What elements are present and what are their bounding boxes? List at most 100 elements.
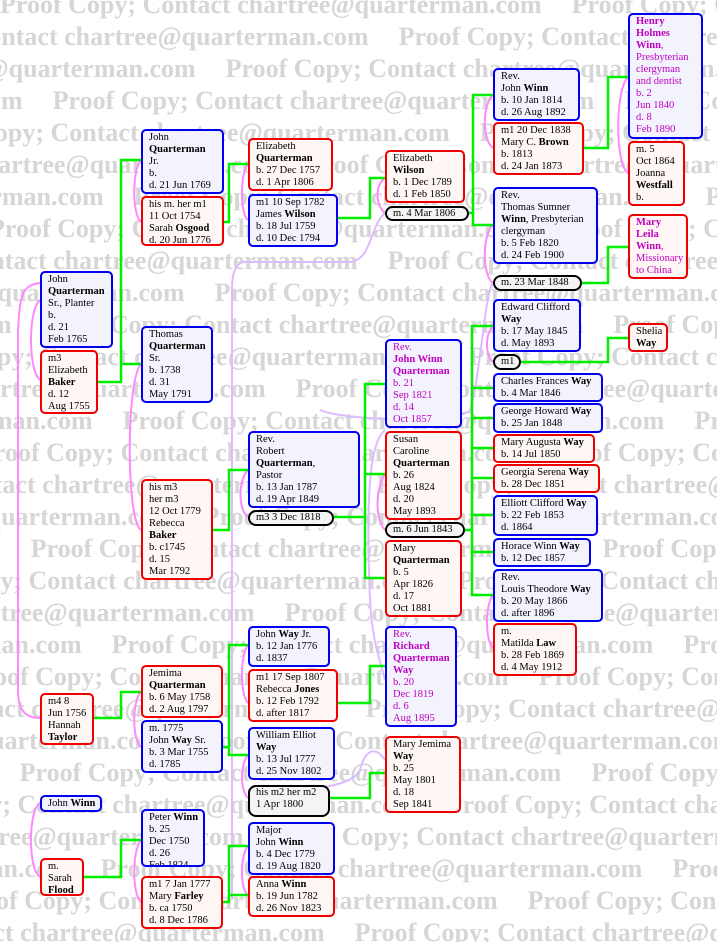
person-line: d. 2 Aug 1797 bbox=[149, 704, 209, 715]
spouse-link bbox=[30, 299, 41, 381]
person-box[interactable]: his m. her m1 11 Oct 1754 Sarah Osgood d. 2… bbox=[141, 196, 224, 246]
person-box[interactable]: m. Sarah Flood bbox=[40, 858, 84, 896]
person-line: Missionary bbox=[636, 253, 684, 264]
person-box[interactable]: Rev. Thomas Sumner Winn, Presbyterian clerg… bbox=[493, 187, 598, 264]
person-box[interactable]: m1 10 Sep 1782 James Wilson b. 18 Jul 1759… bbox=[248, 194, 338, 247]
person-line: Mary C. Brown bbox=[501, 137, 582, 149]
person-line: d. 24 Jan 1873 bbox=[501, 161, 563, 172]
person-line: Quarterman bbox=[149, 341, 211, 353]
person-box[interactable]: Henry Holmes Winn, Presbyterian clergyman and… bbox=[628, 13, 703, 139]
surname: Taylor bbox=[48, 732, 78, 743]
person-box[interactable]: m3 Elizabeth Baker d. 12 Aug 1755 bbox=[40, 350, 98, 414]
person-box[interactable]: John Quarterman Sr., Planter b. d. 21 Feb 176… bbox=[40, 271, 113, 348]
marriage-box[interactable]: m. 6 Jun 1843 bbox=[385, 522, 465, 538]
person-line: m. 23 Mar 1848 bbox=[501, 277, 569, 288]
person-line: b. 25 bbox=[149, 824, 170, 835]
person-box[interactable]: m. Matilda Law b. 28 Feb 1869 d. 4 May 1912 bbox=[493, 623, 577, 676]
person-line: b. 20 bbox=[393, 677, 414, 688]
surname: Quarterman bbox=[256, 458, 313, 469]
person-box[interactable]: Mary Quarterman b. 5 Apr 1826 d. 17 Oct 1881 bbox=[385, 540, 462, 617]
spouse-link bbox=[133, 159, 142, 223]
person-box[interactable]: Shelia Way bbox=[628, 323, 668, 352]
person-box[interactable]: Rev. Robert Quarterman, Pastor b. 13 Jan 178… bbox=[248, 431, 360, 508]
person-box[interactable]: Major John Winn b. 4 Dec 1779 d. 19 Aug 182… bbox=[248, 822, 335, 875]
surname: Way bbox=[171, 735, 192, 746]
person-box[interactable]: Susan Caroline Quarterman b. 26 Aug 1824 d. 2… bbox=[385, 431, 462, 520]
person-line: d. 12 bbox=[48, 389, 69, 400]
marriage-box[interactable]: m. 23 Mar 1848 bbox=[493, 275, 582, 291]
person-line: John Winn bbox=[48, 798, 100, 810]
person-line: d. 26 Aug 1892 bbox=[501, 107, 566, 118]
person-box[interactable]: Rev. Richard Quarterman Way b. 20 Dec 1819 d. … bbox=[385, 626, 457, 727]
person-box[interactable]: John Quarterman Jr. b. d. 21 Jun 1769 bbox=[141, 129, 224, 194]
person-line: and dentist bbox=[636, 76, 682, 87]
spouse-link bbox=[376, 177, 386, 214]
person-line: Charles Frances Way bbox=[501, 376, 601, 388]
person-box[interactable]: John Way Jr. b. 12 Jan 1776 d. 1837 bbox=[248, 626, 330, 667]
spouse-link bbox=[617, 76, 629, 174]
person-line: m. 4 Mar 1806 bbox=[393, 208, 456, 219]
name-text: Louis Theodore bbox=[501, 584, 571, 595]
person-box[interactable]: Rev. Louis Theodore Way b. 20 May 1866 d. a… bbox=[493, 569, 603, 622]
person-box[interactable]: Jemima Quarterman b. 6 May 1758 d. 2 Aug 17… bbox=[141, 665, 223, 718]
person-box[interactable]: m4 8 Jun 1756 Hannah Taylor bbox=[40, 693, 94, 745]
marriage-box[interactable]: m. 4 Mar 1806 bbox=[385, 206, 469, 221]
name-text: John bbox=[256, 629, 279, 640]
person-box[interactable]: Anna Winn b. 19 Jun 1782 d. 26 Nov 1823 bbox=[248, 876, 335, 917]
person-line: George Howard Way bbox=[501, 406, 601, 418]
person-box[interactable]: Mary Leila Winn, Missionary to China bbox=[628, 214, 688, 279]
marriage-box[interactable]: m1 bbox=[493, 354, 521, 370]
name-text: Sarah bbox=[149, 223, 176, 234]
person-line: Sep 1821 bbox=[393, 390, 433, 401]
person-box[interactable]: Rev. John Winn Quarterman b. 21 Sep 1821 d. 1… bbox=[385, 339, 462, 428]
person-box[interactable]: John Winn bbox=[40, 795, 102, 812]
person-line: b. 25 bbox=[393, 763, 414, 774]
person-box[interactable]: Rev. John Winn b. 10 Jan 1814 d. 26 Aug 189… bbox=[493, 68, 580, 121]
person-line: d. 26 Nov 1823 bbox=[256, 903, 322, 914]
person-line: b. 3 Mar 1755 bbox=[149, 747, 209, 758]
person-box[interactable]: Elizabeth Quarterman b. 27 Dec 1757 d. 1 Ap… bbox=[248, 138, 333, 191]
person-line: Quarterman bbox=[149, 144, 222, 156]
marriage-box[interactable]: his m2 her m2 1 Apr 1800 bbox=[248, 785, 330, 817]
person-box[interactable]: m. 5 Oct 1864 Joanna Westfall b. bbox=[628, 141, 685, 206]
person-box[interactable]: Charles Frances Way b. 4 Mar 1846 bbox=[493, 373, 603, 402]
person-box[interactable]: Mary Jemima Way b. 25 May 1801 d. 18 Sep 1841 bbox=[385, 736, 461, 813]
person-box[interactable]: Horace Winn Way b. 12 Dec 1857 bbox=[493, 538, 591, 567]
person-box[interactable]: Mary Augusta Way b. 14 Jul 1850 bbox=[493, 434, 595, 463]
person-line: Winn, Presbyterian bbox=[501, 214, 596, 226]
person-line: b. 12 Jan 1776 bbox=[256, 641, 318, 652]
person-box[interactable]: Peter Winn b. 25 Dec 1750 d. 26 Feb 1824 bbox=[141, 809, 205, 867]
person-line: Rev. bbox=[256, 434, 275, 445]
person-box[interactable]: m1 20 Dec 1838 Mary C. Brown b. 1813 d. 24 … bbox=[493, 122, 584, 175]
person-box[interactable]: Edward Clifford Way b. 17 May 1845 d. May 1… bbox=[493, 299, 581, 352]
person-box[interactable]: William Elliot Way b. 13 Jul 1777 d. 25 Nov… bbox=[248, 727, 335, 780]
person-box[interactable]: m1 7 Jan 1777 Mary Farley b. ca 1750 d. 8 D… bbox=[141, 876, 223, 929]
person-line: m1 10 Sep 1782 bbox=[256, 197, 325, 208]
person-box[interactable]: m. 1775 John Way Sr. b. 3 Mar 1755 d. 1785 bbox=[141, 720, 223, 773]
person-line: Jun 1756 bbox=[48, 708, 87, 719]
person-line: Jemima bbox=[149, 668, 182, 679]
person-line: Thomas bbox=[149, 329, 183, 340]
descent-link bbox=[469, 93, 493, 227]
person-line: b. 1738 bbox=[149, 365, 181, 376]
person-line: b. bbox=[636, 192, 644, 203]
person-box[interactable]: Thomas Quarterman Sr. b. 1738 d. 31 May 1791 bbox=[141, 326, 213, 403]
marriage-box[interactable]: m3 3 Dec 1818 bbox=[248, 510, 334, 526]
person-line: Thomas Sumner bbox=[501, 202, 571, 213]
surname: Quarterman bbox=[393, 366, 450, 377]
person-box[interactable]: m1 17 Sep 1807 Rebecca Jones b. 12 Feb 179… bbox=[248, 669, 338, 722]
name-text: Georgia Serena bbox=[501, 467, 569, 478]
person-box[interactable]: his m3 her m3 12 Oct 1779 Rebecca Baker b. c1… bbox=[141, 479, 213, 580]
person-line: Rev. bbox=[501, 190, 520, 201]
person-box[interactable]: Elizabeth Wilson b. 1 Dec 1789 d. 1 Feb 185… bbox=[385, 150, 465, 203]
person-line: 1 Apr 1800 bbox=[256, 799, 304, 810]
person-box[interactable]: George Howard Way b. 25 Jan 1848 bbox=[493, 403, 603, 433]
person-line: Elliott Clifford Way bbox=[501, 498, 596, 510]
person-line: m. 5 bbox=[636, 144, 655, 155]
spouse-link bbox=[128, 363, 142, 531]
person-box[interactable]: Georgia Serena Way b. 28 Dec 1851 bbox=[493, 464, 600, 493]
person-box[interactable]: Elliott Clifford Way b. 22 Feb 1853 d. 186… bbox=[493, 495, 598, 536]
spouse-link bbox=[133, 691, 142, 748]
name-text: Rev. bbox=[393, 342, 412, 353]
person-line: Wilson bbox=[393, 165, 463, 177]
